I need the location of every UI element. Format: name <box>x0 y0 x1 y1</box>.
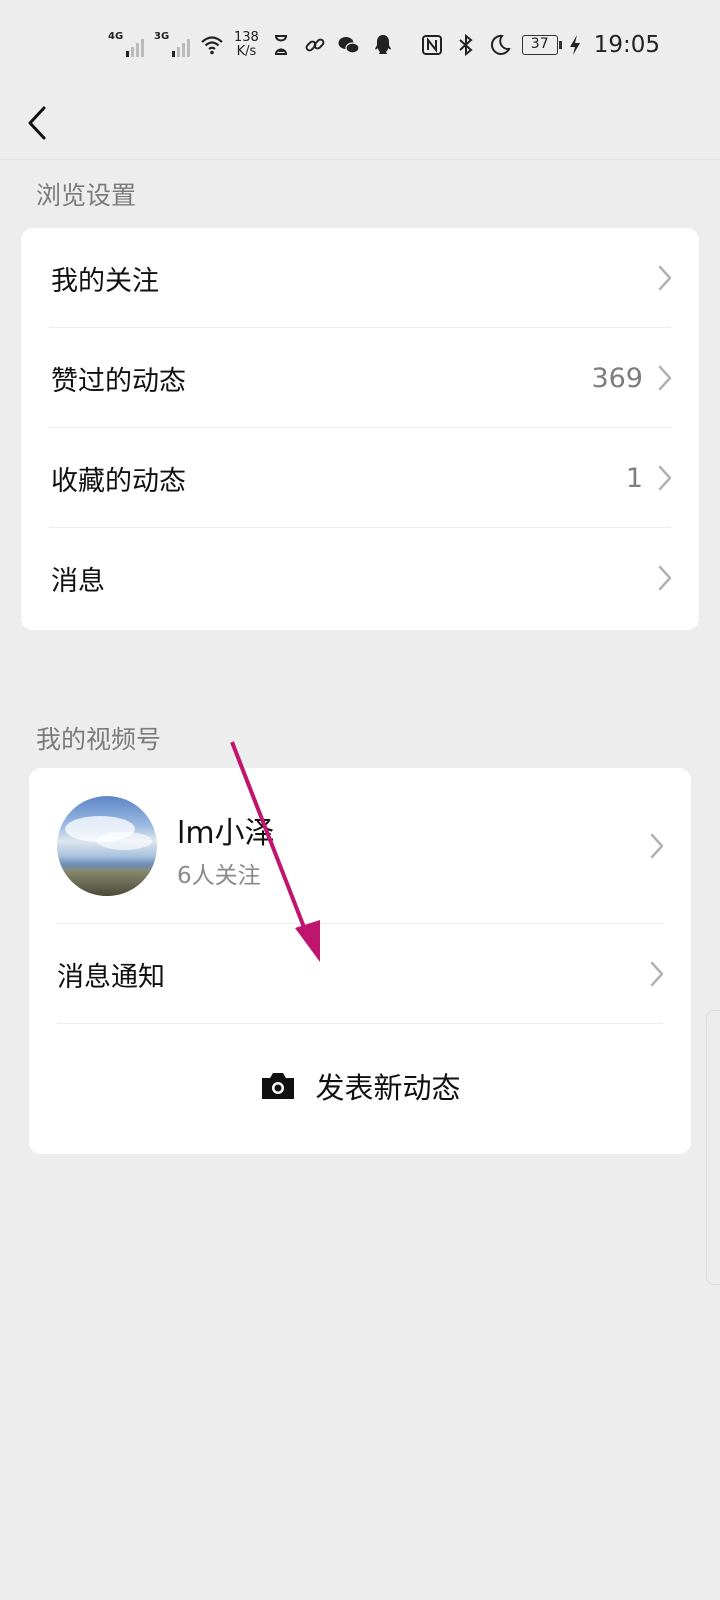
signal-icon: 4G <box>108 31 144 57</box>
side-edge-handle <box>706 1010 720 1285</box>
wechat-icon <box>338 37 360 54</box>
row-notifications[interactable]: 消息通知 <box>29 924 691 1024</box>
chevron-right-icon <box>650 833 664 859</box>
profile-name: lm小泽 <box>177 816 275 851</box>
profile-followers: 6人关注 <box>177 863 261 889</box>
row-label: 收藏的动态 <box>51 465 186 497</box>
moon-icon <box>490 34 511 55</box>
browse-settings-card: 我的关注 赞过的动态 369 收藏的动态 1 消息 <box>21 228 699 630</box>
publish-new-post-button[interactable]: 发表新动态 <box>29 1024 691 1148</box>
row-following[interactable]: 我的关注 <box>21 228 699 328</box>
chevron-right-icon <box>658 365 672 391</box>
bluetooth-icon <box>459 33 473 57</box>
network-type-label: 3G <box>154 31 170 42</box>
chevron-right-icon <box>658 465 672 491</box>
network-type-label: 4G <box>108 31 124 42</box>
back-arrow-icon[interactable] <box>20 98 64 148</box>
avatar <box>57 796 157 896</box>
row-label: 消息 <box>51 565 105 597</box>
speed-unit: K/s <box>236 44 257 59</box>
row-saved-posts[interactable]: 收藏的动态 1 <box>21 428 699 528</box>
channel-profile-row[interactable]: lm小泽 6人关注 <box>29 768 691 924</box>
row-label: 消息通知 <box>57 961 165 993</box>
clock: 19:05 <box>593 32 660 58</box>
video-channel-card: lm小泽 6人关注 消息通知 发表新动态 <box>29 768 691 1154</box>
row-messages[interactable]: 消息 <box>21 528 699 628</box>
chevron-right-icon <box>658 265 672 291</box>
qq-icon <box>374 35 391 54</box>
section-title-channel: 我的视频号 <box>36 725 162 754</box>
battery-indicator: 37 <box>521 35 562 55</box>
network-speed: 138 K/s <box>234 31 259 59</box>
status-bar: 4G 3G 138 K/s 37 19:05 <box>0 0 720 90</box>
signal-icon: 3G <box>154 31 190 57</box>
chevron-right-icon <box>650 961 664 987</box>
row-liked-posts[interactable]: 赞过的动态 369 <box>21 328 699 428</box>
hourglass-icon <box>274 35 287 55</box>
section-title-browse: 浏览设置 <box>36 181 137 210</box>
row-count: 1 <box>625 462 643 494</box>
link-icon <box>305 38 325 52</box>
speed-value: 138 <box>234 30 259 45</box>
battery-level: 37 <box>530 36 549 52</box>
publish-label: 发表新动态 <box>315 1071 461 1105</box>
row-label: 赞过的动态 <box>51 365 186 397</box>
row-label: 我的关注 <box>51 265 159 297</box>
top-bar <box>0 90 720 160</box>
charging-icon <box>569 35 580 55</box>
camera-icon <box>262 1073 295 1099</box>
page: 4G 3G 138 K/s 37 19:05 浏览设置 我的关注 赞过的动态 3… <box>0 0 720 1600</box>
chevron-right-icon <box>658 565 672 591</box>
nfc-icon <box>421 35 442 55</box>
wifi-icon <box>201 36 223 55</box>
row-count: 369 <box>591 362 643 394</box>
